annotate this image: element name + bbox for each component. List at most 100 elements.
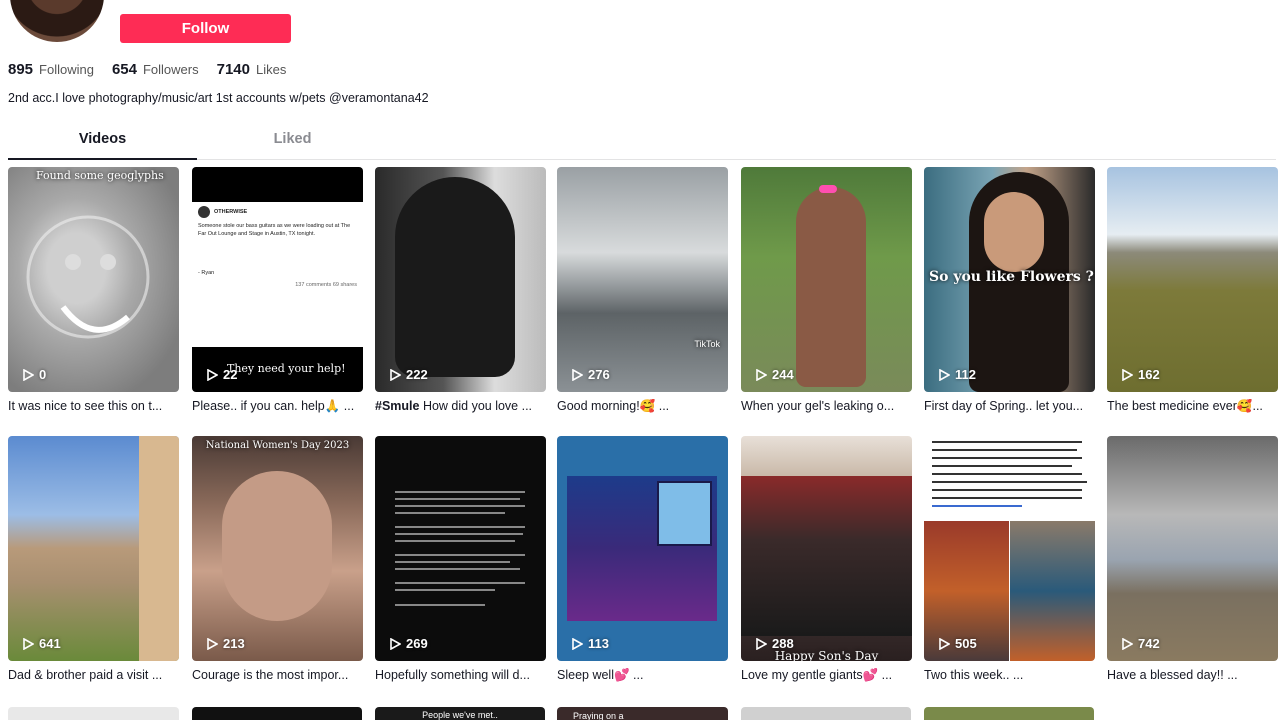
video-thumbnail[interactable]: 742 — [1107, 436, 1278, 661]
post-body: Someone stole our bass guitars as we wer… — [198, 223, 351, 238]
view-count: 244 — [755, 367, 794, 382]
video-caption[interactable]: #Smule How did you love ... — [375, 399, 546, 413]
video-card[interactable]: 641 Dad & brother paid a visit ... — [8, 436, 179, 682]
video-thumbnail[interactable]: People we've met.. — [375, 707, 545, 720]
video-card[interactable]: Found some geoglyphs 0 It was nice to se… — [8, 167, 179, 413]
post-counts: 137 comments 69 shares — [295, 281, 357, 288]
tab-videos[interactable]: Videos — [8, 131, 197, 160]
video-overlay-text: Praying on a — [573, 711, 624, 720]
view-count: 276 — [571, 367, 610, 382]
tab-liked[interactable]: Liked — [198, 131, 387, 160]
video-caption[interactable]: Please.. if you can. help🙏 ... — [192, 399, 363, 414]
video-thumbnail[interactable] — [8, 707, 179, 720]
video-thumbnail[interactable]: 505 — [924, 436, 1095, 661]
likes-count: 7140 — [216, 61, 250, 78]
video-thumbnail[interactable]: OTHERWISE Someone stole our bass guitars… — [192, 167, 363, 392]
video-caption[interactable]: Hopefully something will d... — [375, 668, 546, 682]
view-count: 22 — [206, 367, 237, 382]
likes-label: Likes — [255, 62, 287, 77]
video-card[interactable]: 113 Sleep well💕 ... — [557, 436, 728, 683]
video-caption[interactable]: Two this week.. ... — [924, 668, 1095, 682]
video-card[interactable]: TikTok 276 Good morning!🥰 ... — [557, 167, 728, 414]
video-caption[interactable]: Have a blessed day!! ... — [1107, 668, 1278, 682]
video-caption[interactable]: First day of Spring.. let you... — [924, 399, 1095, 413]
video-card[interactable]: 162 The best medicine ever🥰... — [1107, 167, 1278, 414]
video-caption[interactable]: Sleep well💕 ... — [557, 668, 728, 683]
video-thumbnail[interactable]: National Women's Day 2023 213 — [192, 436, 363, 661]
video-caption[interactable]: When your gel's leaking o... — [741, 399, 912, 413]
video-thumbnail[interactable]: 113 — [557, 436, 728, 661]
geoglyph-drawing — [26, 215, 150, 339]
news-text-lines — [932, 441, 1087, 507]
video-card[interactable]: 742 Have a blessed day!! ... — [1107, 436, 1278, 682]
video-card[interactable]: So you like Flowers ? 112 First day of S… — [924, 167, 1095, 413]
text-lines — [395, 491, 525, 606]
play-icon — [207, 637, 218, 650]
post-author: OTHERWISE — [214, 208, 248, 215]
view-count: 113 — [571, 636, 609, 651]
view-count: 288 — [755, 636, 794, 651]
video-thumbnail[interactable]: So you like Flowers ? 112 — [924, 167, 1095, 392]
watermark: TikTok — [694, 339, 720, 349]
video-caption[interactable]: Love my gentle giants💕 ... — [741, 668, 912, 683]
followers-label: Followers — [142, 62, 199, 77]
view-count: 641 — [22, 636, 61, 651]
play-icon — [572, 368, 583, 381]
video-card[interactable]: 222 #Smule How did you love ... — [375, 167, 546, 413]
pink-bow — [819, 185, 837, 193]
video-caption[interactable]: The best medicine ever🥰... — [1107, 399, 1278, 414]
video-overlay-text: Found some geoglyphs — [36, 169, 164, 182]
video-thumbnail[interactable] — [192, 707, 362, 720]
video-thumbnail[interactable]: 641 — [8, 436, 179, 661]
cctv-photo-right — [1010, 521, 1095, 661]
video-thumbnail[interactable]: 269 — [375, 436, 546, 661]
stat-followers[interactable]: 654 Followers — [112, 61, 199, 78]
video-thumbnail[interactable]: 222 — [375, 167, 546, 392]
play-icon — [1122, 637, 1133, 650]
portrait-face — [222, 471, 332, 621]
following-label: Following — [39, 62, 94, 77]
video-card[interactable]: 244 When your gel's leaking o... — [741, 167, 912, 413]
video-card[interactable]: Happy Son's Day 288 Love my gentle giant… — [741, 436, 912, 683]
video-thumbnail[interactable]: 244 — [741, 167, 912, 392]
play-icon — [939, 637, 950, 650]
view-count: 269 — [389, 636, 428, 651]
video-caption[interactable]: Dad & brother paid a visit ... — [8, 668, 179, 682]
play-icon — [390, 637, 401, 650]
post-sign: - Ryan — [198, 269, 215, 276]
video-thumbnail[interactable]: Found some geoglyphs 0 — [8, 167, 179, 392]
stat-following[interactable]: 895 Following — [8, 61, 94, 78]
video-card[interactable]: National Women's Day 2023 213 Courage is… — [192, 436, 363, 682]
video-card[interactable]: 269 Hopefully something will d... — [375, 436, 546, 682]
video-thumbnail[interactable]: 162 — [1107, 167, 1278, 392]
play-icon — [756, 637, 767, 650]
video-thumbnail[interactable] — [924, 707, 1094, 720]
video-thumbnail[interactable]: Happy Son's Day 288 — [741, 436, 912, 661]
house-wall — [139, 436, 179, 661]
active-tab-indicator — [8, 158, 197, 160]
photo-collage — [741, 476, 912, 636]
stat-likes: 7140 Likes — [217, 61, 287, 78]
video-card[interactable]: 505 Two this week.. ... — [924, 436, 1095, 682]
following-count: 895 — [8, 61, 34, 78]
video-thumbnail[interactable]: Praying on a — [557, 707, 728, 720]
video-card[interactable]: OTHERWISE Someone stole our bass guitars… — [192, 167, 363, 414]
play-icon — [572, 637, 583, 650]
profile-bio: 2nd acc.I love photography/music/art 1st… — [8, 91, 429, 105]
video-overlay-text: So you like Flowers ? — [929, 269, 1094, 285]
view-count: 742 — [1121, 636, 1160, 651]
profile-tabs: Videos Liked — [8, 131, 1276, 160]
followers-count: 654 — [111, 61, 137, 78]
play-icon — [23, 368, 34, 381]
play-icon — [939, 368, 950, 381]
video-overlay-text: They need your help! — [227, 362, 346, 375]
video-caption[interactable]: It was nice to see this on t... — [8, 399, 179, 413]
video-thumbnail[interactable]: TikTok 276 — [557, 167, 728, 392]
video-thumbnail[interactable] — [741, 707, 911, 720]
profile-avatar[interactable] — [10, 0, 104, 42]
video-caption[interactable]: Courage is the most impor... — [192, 668, 363, 682]
follow-button[interactable]: Follow — [120, 14, 291, 43]
play-icon — [756, 368, 767, 381]
play-icon — [1122, 368, 1133, 381]
video-caption[interactable]: Good morning!🥰 ... — [557, 399, 728, 414]
